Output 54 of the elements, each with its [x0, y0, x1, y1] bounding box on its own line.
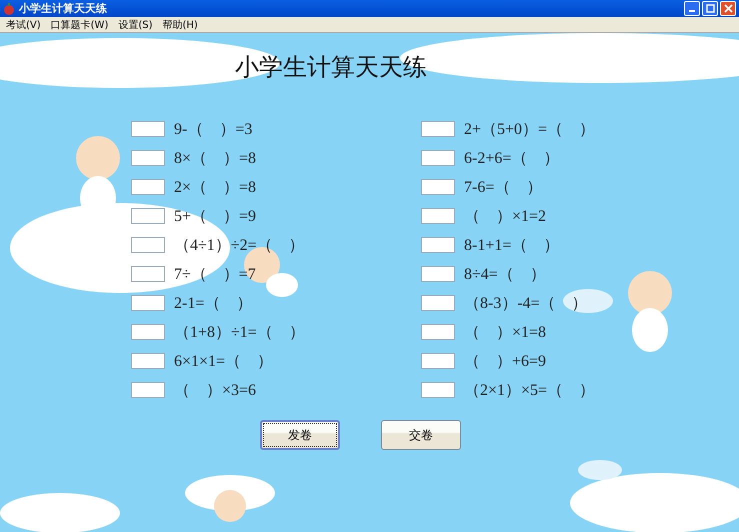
math-problem: （1+8）÷1=（ ）: [174, 322, 305, 342]
math-problem: 2×（ ）=8: [174, 178, 256, 198]
maximize-icon: [706, 4, 714, 13]
close-icon: [724, 4, 732, 13]
answer-field[interactable]: [421, 295, 455, 311]
answer-field[interactable]: [421, 150, 455, 166]
action-button[interactable]: 交卷: [381, 420, 461, 450]
math-problem: 8×（ ）=8: [174, 148, 256, 168]
math-problem: 7-6=（ ）: [464, 178, 542, 198]
answer-field[interactable]: [131, 353, 165, 369]
answer-field[interactable]: [131, 266, 165, 282]
math-problem: （ ）×3=6: [174, 380, 256, 400]
math-problem: （2×1）×5=（ ）: [464, 380, 596, 400]
cloud: [563, 289, 613, 313]
action-button[interactable]: 发卷: [260, 420, 340, 450]
maximize-button[interactable]: [702, 1, 718, 16]
window-title: 小学生计算天天练: [19, 1, 108, 16]
math-problem: 6×1×1=（ ）: [174, 352, 274, 372]
menu-item[interactable]: 口算题卡(W): [46, 18, 114, 32]
answer-field[interactable]: [131, 324, 165, 340]
menu-item[interactable]: 考试(V): [2, 18, 47, 32]
answer-field[interactable]: [131, 295, 165, 311]
answer-field[interactable]: [421, 353, 455, 369]
page-heading: 小学生计算天天练: [235, 52, 427, 83]
close-button[interactable]: [720, 1, 736, 16]
math-problem: （ ）×1=8: [464, 322, 546, 342]
answer-field[interactable]: [131, 121, 165, 137]
math-problem: 8-1+1=（ ）: [464, 236, 560, 256]
minimize-button[interactable]: [684, 1, 700, 16]
math-problem: （8-3）-4=（ ）: [464, 294, 588, 314]
answer-field[interactable]: [421, 324, 455, 340]
math-problem: 2+（5+0）=（ ）: [464, 120, 596, 140]
answer-field[interactable]: [131, 382, 165, 398]
app-icon: [3, 2, 15, 14]
answer-field[interactable]: [131, 237, 165, 253]
answer-field[interactable]: [421, 382, 455, 398]
math-problem: 2-1=（ ）: [174, 294, 252, 314]
answer-field[interactable]: [421, 208, 455, 224]
math-problem: 9-（ ）=3: [174, 120, 252, 140]
math-problem: （ ）×1=2: [464, 206, 546, 226]
math-problem: （ ）+6=9: [464, 352, 546, 372]
math-problem: 8÷4=（ ）: [464, 264, 546, 284]
math-problem: （4÷1）÷2=（ ）: [174, 236, 305, 256]
answer-field[interactable]: [421, 179, 455, 195]
answer-field[interactable]: [421, 121, 455, 137]
answer-field[interactable]: [131, 208, 165, 224]
menu-item[interactable]: 设置(S): [114, 18, 159, 32]
math-problem: 6-2+6=（ ）: [464, 148, 560, 168]
answer-field[interactable]: [131, 179, 165, 195]
answer-field[interactable]: [131, 150, 165, 166]
answer-field[interactable]: [421, 266, 455, 282]
answer-field[interactable]: [421, 237, 455, 253]
menu-item[interactable]: 帮助(H): [158, 18, 204, 32]
math-problem: 7÷（ ）=7: [174, 264, 256, 284]
